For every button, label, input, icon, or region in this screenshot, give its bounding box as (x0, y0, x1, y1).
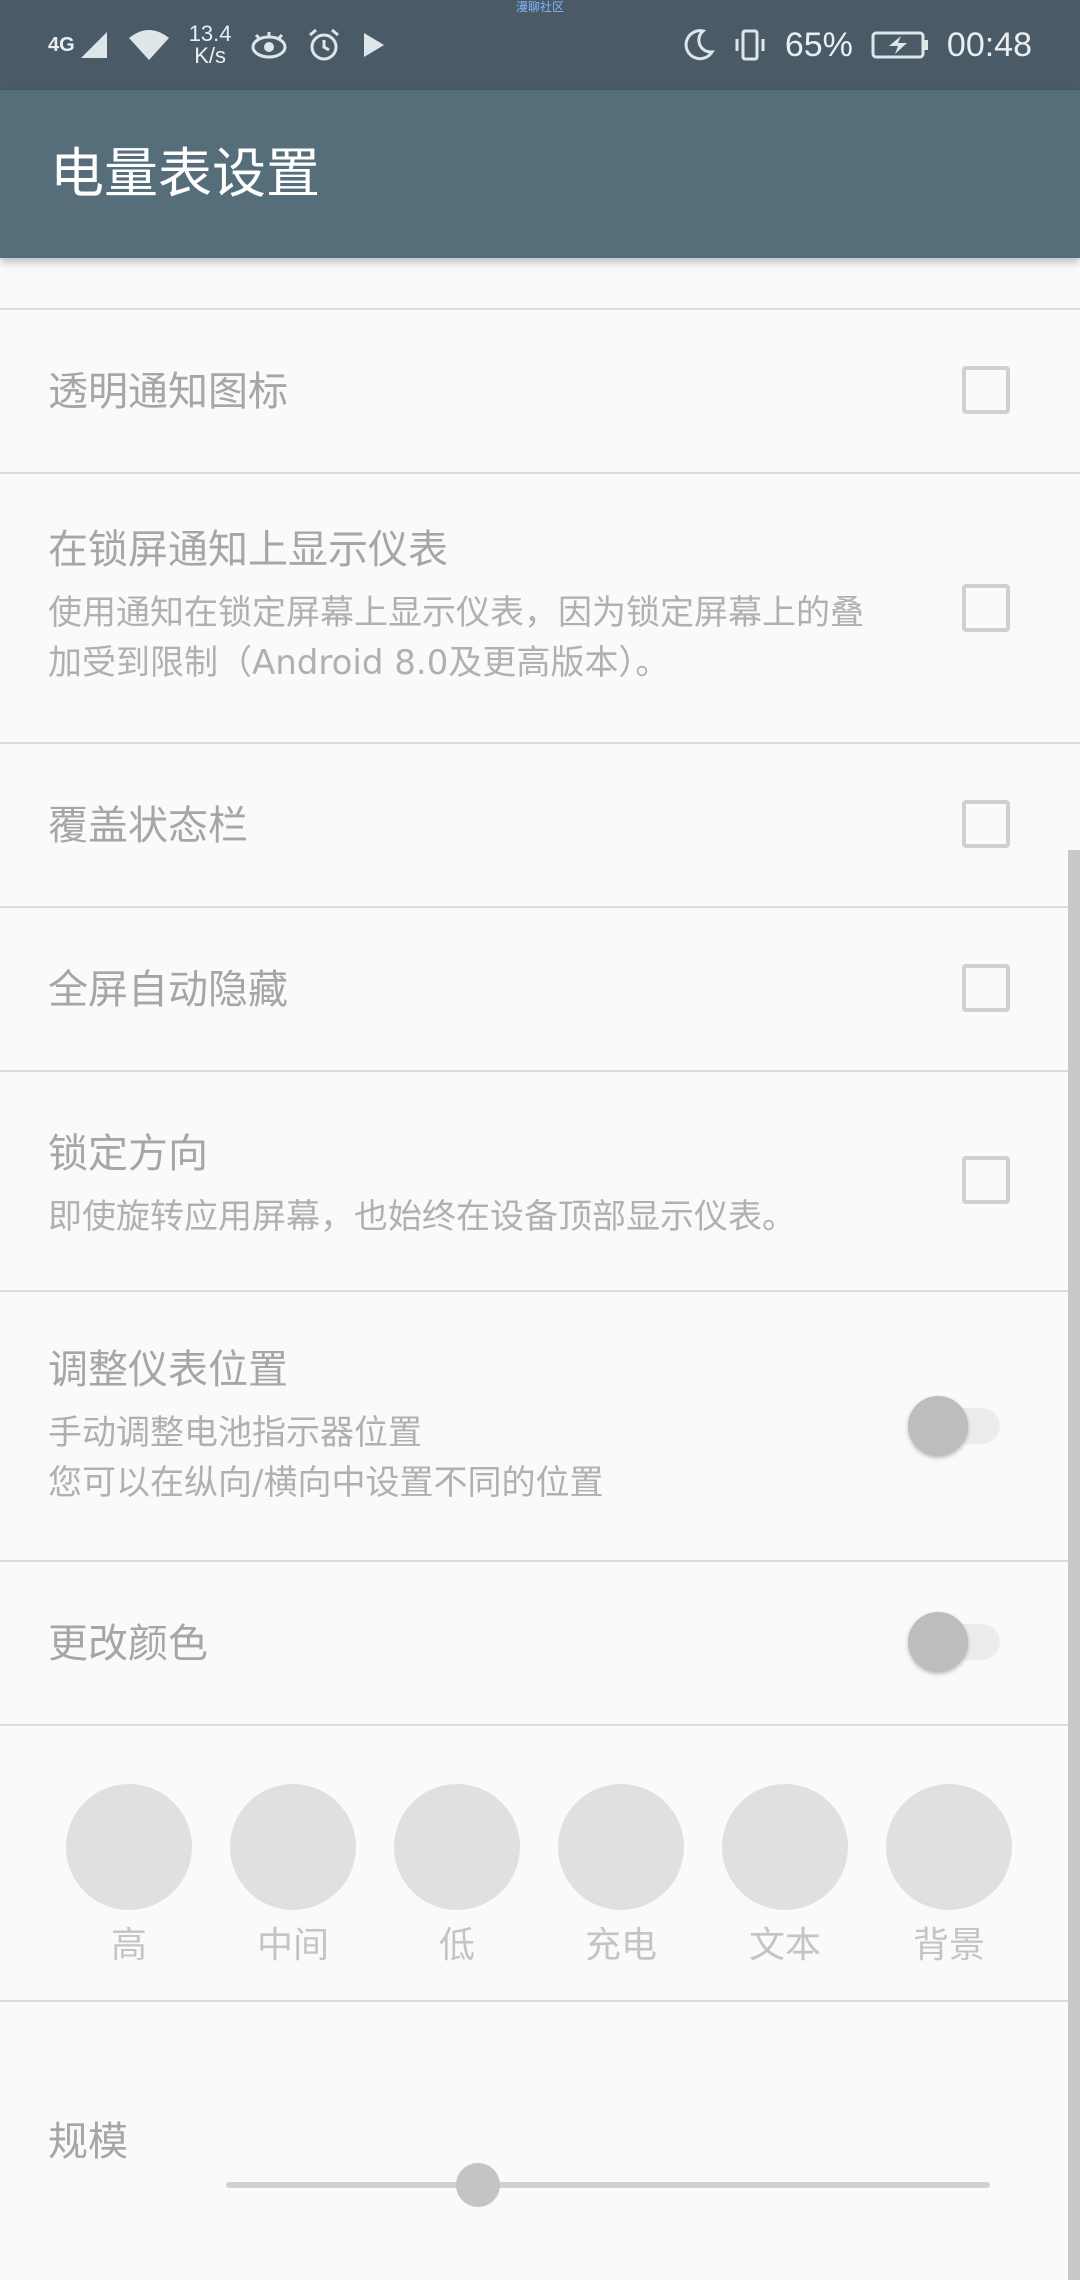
network-signal-icon: 4G (48, 30, 109, 60)
color-swatch[interactable] (394, 1784, 520, 1910)
wifi-icon (128, 30, 169, 60)
color-label: 高 (110, 1925, 147, 1966)
color-swatch[interactable] (66, 1784, 192, 1910)
color-text[interactable]: 文本 (720, 1784, 850, 1968)
color-low[interactable]: 低 (392, 1784, 522, 1968)
app-bar: 电量表设置 (0, 90, 1080, 258)
fullscreen-autohide-checkbox[interactable] (962, 964, 1010, 1012)
scale-slider-track[interactable] (226, 2182, 990, 2188)
setting-lockscreen-notification[interactable]: 在锁屏通知上显示仪表 使用通知在锁定屏幕上显示仪表，因为锁定屏幕上的叠加受到限制… (0, 474, 1080, 742)
color-picker-row: 高 中间 低 充电 文本 背景 (0, 1760, 1080, 2000)
setting-title: 覆盖状态栏 (48, 803, 248, 849)
battery-percent: 65% (784, 25, 853, 64)
setting-summary-line-1: 手动调整电池指示器位置 (48, 1413, 422, 1453)
switch-thumb (908, 1612, 968, 1672)
network-speed: 13.4 K/s (189, 23, 232, 67)
play-icon (363, 33, 384, 57)
divider (0, 2000, 1080, 2002)
alarm-icon (308, 28, 339, 61)
color-swatch[interactable] (886, 1784, 1012, 1910)
color-swatch[interactable] (722, 1784, 848, 1910)
scale-label: 规模 (48, 2119, 128, 2165)
setting-summary-line-2: 您可以在纵向/横向中设置不同的位置 (48, 1463, 604, 1503)
setting-overlay-status-bar[interactable]: 覆盖状态栏 (0, 744, 1080, 906)
color-swatch[interactable] (558, 1784, 684, 1910)
color-background[interactable]: 背景 (884, 1784, 1014, 1968)
speed-unit: K/s (194, 43, 226, 68)
color-label: 文本 (748, 1925, 821, 1966)
color-label: 低 (438, 1925, 475, 1966)
network-type: 4G (48, 34, 75, 56)
moon-icon (684, 29, 715, 61)
page-title: 电量表设置 (50, 142, 320, 205)
setting-transparent-notification-icon[interactable]: 透明通知图标 (0, 310, 1080, 472)
scrollbar[interactable] (1068, 850, 1080, 2280)
adjust-position-switch[interactable] (908, 1396, 1000, 1456)
vibrate-icon (735, 29, 765, 61)
setting-change-color[interactable]: 更改颜色 (0, 1562, 1080, 1724)
divider (0, 1724, 1080, 1726)
setting-summary: 使用通知在锁定屏幕上显示仪表，因为锁定屏幕上的叠加受到限制（Android 8.… (48, 593, 864, 683)
setting-summary: 即使旋转应用屏幕，也始终在设备顶部显示仪表。 (48, 1197, 796, 1237)
battery-charging-icon (871, 31, 928, 59)
color-label: 中间 (256, 1925, 329, 1966)
setting-title: 全屏自动隐藏 (48, 967, 288, 1013)
change-color-switch[interactable] (908, 1612, 1000, 1672)
transparent-icon-checkbox[interactable] (962, 366, 1010, 414)
switch-thumb (908, 1396, 968, 1456)
setting-title: 锁定方向 (48, 1131, 208, 1177)
color-high[interactable]: 高 (64, 1784, 194, 1968)
scale-slider-thumb[interactable] (456, 2163, 501, 2207)
eye-icon (251, 32, 287, 59)
color-label: 充电 (584, 1925, 657, 1966)
status-bar: 漫聊社区 4G 13.4 K/s 65% 00:48 (0, 0, 1080, 90)
setting-fullscreen-autohide[interactable]: 全屏自动隐藏 (0, 908, 1080, 1070)
color-medium[interactable]: 中间 (228, 1784, 358, 1968)
setting-adjust-meter-position[interactable]: 调整仪表位置 手动调整电池指示器位置 您可以在纵向/横向中设置不同的位置 (0, 1292, 1080, 1560)
setting-title: 在锁屏通知上显示仪表 (48, 527, 448, 573)
setting-lock-orientation[interactable]: 锁定方向 即使旋转应用屏幕，也始终在设备顶部显示仪表。 (0, 1072, 1080, 1290)
overlay-statusbar-checkbox[interactable] (962, 800, 1010, 848)
lockscreen-meter-checkbox[interactable] (962, 584, 1010, 632)
color-charging[interactable]: 充电 (556, 1784, 686, 1968)
setting-title: 透明通知图标 (48, 369, 288, 415)
setting-title: 调整仪表位置 (48, 1347, 288, 1393)
status-top-label: 漫聊社区 (515, 0, 564, 14)
speed-value: 13.4 (188, 21, 232, 46)
setting-title: 更改颜色 (48, 1621, 208, 1667)
lock-orientation-checkbox[interactable] (962, 1156, 1010, 1204)
color-swatch[interactable] (230, 1784, 356, 1910)
clock: 00:48 (946, 25, 1032, 64)
color-label: 背景 (912, 1925, 985, 1966)
